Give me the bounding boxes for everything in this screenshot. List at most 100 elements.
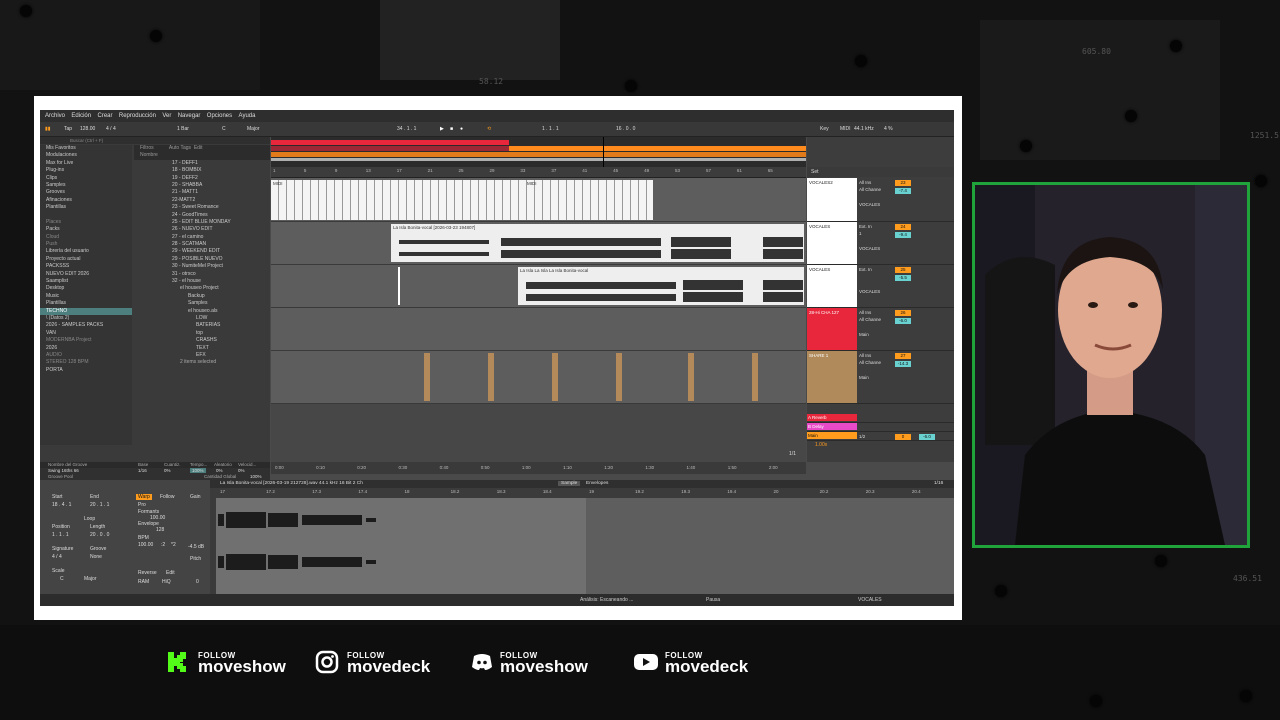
places-item[interactable]: Cloud: [40, 234, 132, 241]
vocal-clip[interactable]: La Isla La Isla La Isla Bonita-vocal: [518, 267, 804, 305]
places-item[interactable]: NUEVO EDIT 2026: [40, 271, 132, 278]
groove-base[interactable]: 1/16: [138, 468, 147, 473]
browser-search[interactable]: Buscar (Ctrl + F): [70, 138, 103, 143]
file-item[interactable]: el houseo.als: [134, 308, 270, 315]
track-input[interactable]: All Ins: [859, 310, 871, 315]
places-item[interactable]: Plantillas: [40, 204, 132, 211]
record-button[interactable]: ●: [458, 125, 465, 133]
menu-navegar[interactable]: Navegar: [178, 110, 201, 122]
time-ruler[interactable]: 0:00 0:10 0:20 0:30 0:40 0:50 1:00 1:10 1:20 1:30…: [271, 462, 806, 474]
main-pan[interactable]: -6.0: [919, 434, 935, 440]
track-pan[interactable]: -6.0: [895, 318, 911, 324]
track-input[interactable]: All Ins: [859, 353, 871, 358]
places-item[interactable]: MODERNBA Project: [40, 337, 132, 344]
drum-clip[interactable]: [488, 353, 494, 401]
menu-reproduccion[interactable]: Reproducción: [119, 110, 156, 122]
loop-start[interactable]: 1 . 1 . 1: [540, 125, 561, 133]
track-volume[interactable]: 25: [895, 267, 911, 273]
file-item[interactable]: 30 - NumiteMel Project: [134, 263, 270, 270]
track-channel[interactable]: All Channe: [859, 360, 881, 365]
file-item[interactable]: 17 - DEFF1: [134, 160, 270, 167]
bpm-value[interactable]: 100.00: [138, 542, 153, 548]
warp-mode[interactable]: Pro: [138, 502, 146, 508]
drum-clip[interactable]: [752, 353, 758, 401]
track-pan[interactable]: -7.4: [895, 188, 911, 194]
menu-ayuda[interactable]: Ayuda: [239, 110, 256, 122]
groove-quantize[interactable]: 0%: [164, 468, 171, 473]
grid-value[interactable]: 1/16: [934, 481, 943, 486]
global-amount-value[interactable]: 100%: [250, 474, 262, 479]
track-channel[interactable]: All Channe: [859, 317, 881, 322]
file-item[interactable]: 27 - el camino: [134, 234, 270, 241]
menu-archivo[interactable]: Archivo: [45, 110, 65, 122]
hiq-button[interactable]: HiQ: [162, 579, 171, 585]
places-item-selected[interactable]: TECHNO: [40, 307, 132, 315]
sample-waveform-display[interactable]: 17 17.2 17.3 17.4 18 18.2 18.3 18.4 19 19.2 19.3 19…: [216, 489, 954, 594]
song-position[interactable]: 34 . 1 . 1: [395, 125, 418, 133]
file-item[interactable]: 24 - GoodTimes: [134, 212, 270, 219]
auto-tags-button[interactable]: Auto Tags: [169, 145, 191, 151]
key-select[interactable]: C: [220, 125, 228, 133]
places-item[interactable]: PORTA: [40, 367, 132, 374]
track-name[interactable]: VOCALES: [807, 265, 857, 307]
loop-toggle[interactable]: Loop: [84, 516, 95, 522]
bpm-half-button[interactable]: :2: [161, 542, 165, 548]
edit-button[interactable]: Edit: [166, 570, 175, 576]
places-item[interactable]: Librería del usuario: [40, 248, 132, 255]
track-name[interactable]: 28-Hi CHA 127: [807, 308, 857, 350]
places-item[interactable]: Afinaciones: [40, 197, 132, 204]
scale-type[interactable]: Major: [84, 576, 97, 582]
groove-tempo[interactable]: 100%: [190, 468, 206, 473]
mixer-track[interactable]: VOCALES Ext. In VOCALES 25 -5.5: [807, 265, 954, 308]
file-item[interactable]: 29 - POSIBLE NUEVO: [134, 256, 270, 263]
track-route[interactable]: VOCALES: [859, 289, 880, 294]
places-item[interactable]: Plug-ins: [40, 167, 132, 174]
warp-button[interactable]: Warp: [136, 494, 152, 500]
drum-clip[interactable]: [424, 353, 430, 401]
file-item[interactable]: 23 - Sweet Romance: [134, 204, 270, 211]
places-item[interactable]: Modulaciones: [40, 152, 132, 159]
loop-length[interactable]: 16 . 0 . 0: [614, 125, 637, 133]
file-item[interactable]: LOW: [134, 315, 270, 322]
places-item[interactable]: STEREO 128 BPM: [40, 359, 132, 366]
track-input[interactable]: All Ins: [859, 180, 871, 185]
file-item[interactable]: top: [134, 330, 270, 337]
track-pan[interactable]: -9.4: [895, 232, 911, 238]
key-map-button[interactable]: Key: [818, 125, 831, 133]
places-item[interactable]: Proyecto actual: [40, 256, 132, 263]
track-pan[interactable]: -14.3: [895, 361, 911, 367]
places-item[interactable]: Plantillas: [40, 300, 132, 307]
track-lane-vocales2[interactable]: MIDI MIDI: [271, 178, 806, 222]
filters-label[interactable]: Filtros: [140, 145, 154, 151]
track-lane-vocales-2[interactable]: La Isla La Isla La Isla Bonita-vocal: [271, 265, 806, 308]
loop-button[interactable]: ⟲: [485, 125, 493, 133]
groove-value[interactable]: None: [90, 554, 102, 560]
places-item[interactable]: AUDIO: [40, 352, 132, 359]
midi-map-button[interactable]: MIDI: [838, 125, 853, 133]
track-pan[interactable]: -5.5: [895, 275, 911, 281]
track-volume[interactable]: 24: [895, 224, 911, 230]
file-item[interactable]: 29 - WEEKEND EDIT: [134, 248, 270, 255]
places-item[interactable]: Push: [40, 241, 132, 248]
main-volume[interactable]: 0: [895, 434, 911, 440]
track-volume[interactable]: 26: [895, 310, 911, 316]
places-item[interactable]: VAN: [40, 330, 132, 337]
places-item[interactable]: Packs: [40, 226, 132, 233]
places-item[interactable]: \ (Datos 2): [40, 315, 132, 322]
scale-key[interactable]: C: [60, 576, 64, 582]
link-icon[interactable]: ▮▮: [43, 125, 53, 133]
position-value[interactable]: 1 . 1 . 1: [52, 532, 69, 538]
file-item[interactable]: 25 - EDIT BLUE MONDAY: [134, 219, 270, 226]
menu-ver[interactable]: Ver: [162, 110, 171, 122]
gain-value[interactable]: -4.5 dB: [188, 544, 204, 550]
groove-velocity[interactable]: 0%: [238, 468, 245, 473]
menu-edicion[interactable]: Edición: [71, 110, 91, 122]
pitch-value[interactable]: 0: [196, 579, 199, 585]
tap-button[interactable]: Tap: [62, 125, 74, 133]
track-route[interactable]: Main: [859, 375, 869, 380]
drum-clip[interactable]: [552, 353, 558, 401]
groove-name[interactable]: Swing 16ths 66: [48, 468, 79, 473]
places-item[interactable]: Max for Live: [40, 160, 132, 167]
mixer-track[interactable]: 28-Hi CHA 127 All Ins All Channe Main 26 -6.0: [807, 308, 954, 351]
menu-crear[interactable]: Crear: [97, 110, 112, 122]
